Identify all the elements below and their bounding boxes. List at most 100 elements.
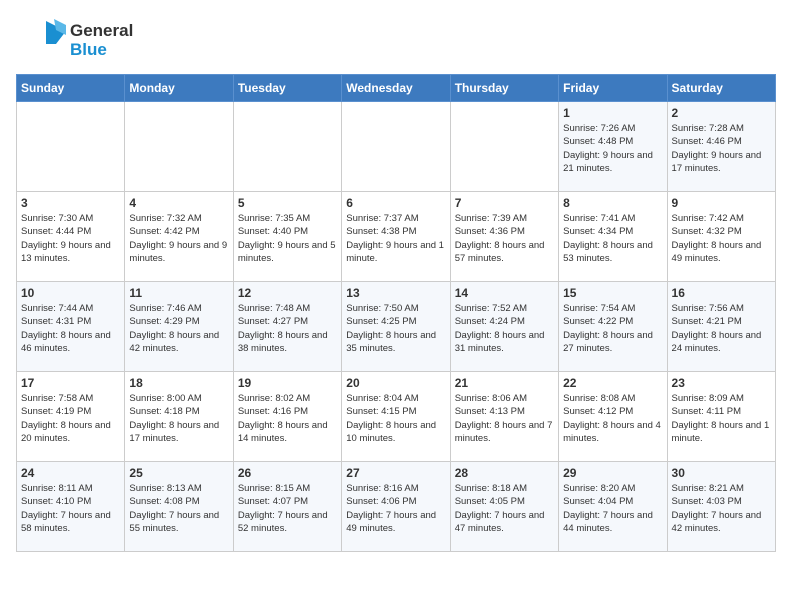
calendar-cell: 17 Sunrise: 7:58 AM Sunset: 4:19 PM Dayli…	[17, 372, 125, 462]
day-info: Sunrise: 7:42 AM Sunset: 4:32 PM Dayligh…	[672, 212, 771, 265]
calendar-cell: 24 Sunrise: 8:11 AM Sunset: 4:10 PM Dayli…	[17, 462, 125, 552]
day-info: Sunrise: 7:41 AM Sunset: 4:34 PM Dayligh…	[563, 212, 662, 265]
day-number: 24	[21, 466, 120, 480]
logo: GeneralBlue	[16, 16, 133, 66]
day-info: Sunrise: 8:09 AM Sunset: 4:11 PM Dayligh…	[672, 392, 771, 445]
day-info: Sunrise: 7:39 AM Sunset: 4:36 PM Dayligh…	[455, 212, 554, 265]
day-info: Sunrise: 8:11 AM Sunset: 4:10 PM Dayligh…	[21, 482, 120, 535]
calendar-cell: 20 Sunrise: 8:04 AM Sunset: 4:15 PM Dayli…	[342, 372, 450, 462]
weekday-header-sunday: Sunday	[17, 75, 125, 102]
week-row-5: 24 Sunrise: 8:11 AM Sunset: 4:10 PM Dayli…	[17, 462, 776, 552]
calendar-cell: 7 Sunrise: 7:39 AM Sunset: 4:36 PM Daylig…	[450, 192, 558, 282]
day-info: Sunrise: 7:37 AM Sunset: 4:38 PM Dayligh…	[346, 212, 445, 265]
day-number: 14	[455, 286, 554, 300]
day-info: Sunrise: 8:06 AM Sunset: 4:13 PM Dayligh…	[455, 392, 554, 445]
day-info: Sunrise: 8:13 AM Sunset: 4:08 PM Dayligh…	[129, 482, 228, 535]
calendar-cell: 16 Sunrise: 7:56 AM Sunset: 4:21 PM Dayli…	[667, 282, 775, 372]
day-info: Sunrise: 7:52 AM Sunset: 4:24 PM Dayligh…	[455, 302, 554, 355]
day-number: 15	[563, 286, 662, 300]
day-info: Sunrise: 7:26 AM Sunset: 4:48 PM Dayligh…	[563, 122, 662, 175]
weekday-header-tuesday: Tuesday	[233, 75, 341, 102]
day-info: Sunrise: 8:00 AM Sunset: 4:18 PM Dayligh…	[129, 392, 228, 445]
day-number: 16	[672, 286, 771, 300]
day-info: Sunrise: 7:48 AM Sunset: 4:27 PM Dayligh…	[238, 302, 337, 355]
day-info: Sunrise: 8:02 AM Sunset: 4:16 PM Dayligh…	[238, 392, 337, 445]
calendar-cell	[450, 102, 558, 192]
day-info: Sunrise: 8:18 AM Sunset: 4:05 PM Dayligh…	[455, 482, 554, 535]
day-info: Sunrise: 7:56 AM Sunset: 4:21 PM Dayligh…	[672, 302, 771, 355]
calendar-cell: 11 Sunrise: 7:46 AM Sunset: 4:29 PM Dayli…	[125, 282, 233, 372]
day-number: 20	[346, 376, 445, 390]
day-number: 3	[21, 196, 120, 210]
week-row-3: 10 Sunrise: 7:44 AM Sunset: 4:31 PM Dayli…	[17, 282, 776, 372]
day-info: Sunrise: 7:46 AM Sunset: 4:29 PM Dayligh…	[129, 302, 228, 355]
day-number: 12	[238, 286, 337, 300]
calendar-cell: 4Sunrise: 7:32 AM Sunset: 4:42 PM Daylig…	[125, 192, 233, 282]
day-info: Sunrise: 8:21 AM Sunset: 4:03 PM Dayligh…	[672, 482, 771, 535]
day-number: 10	[21, 286, 120, 300]
week-row-1: 1 Sunrise: 7:26 AM Sunset: 4:48 PM Daylig…	[17, 102, 776, 192]
day-number: 2	[672, 106, 771, 120]
day-number: 19	[238, 376, 337, 390]
calendar-cell: 2 Sunrise: 7:28 AM Sunset: 4:46 PM Daylig…	[667, 102, 775, 192]
calendar-cell: 14 Sunrise: 7:52 AM Sunset: 4:24 PM Dayli…	[450, 282, 558, 372]
day-info: Sunrise: 7:54 AM Sunset: 4:22 PM Dayligh…	[563, 302, 662, 355]
weekday-header-thursday: Thursday	[450, 75, 558, 102]
calendar-cell: 18 Sunrise: 8:00 AM Sunset: 4:18 PM Dayli…	[125, 372, 233, 462]
day-number: 6	[346, 196, 445, 210]
page-header: GeneralBlue	[16, 16, 776, 66]
day-number: 26	[238, 466, 337, 480]
logo-text-block: GeneralBlue	[70, 22, 133, 59]
calendar-cell: 5Sunrise: 7:35 AM Sunset: 4:40 PM Daylig…	[233, 192, 341, 282]
day-info: Sunrise: 8:16 AM Sunset: 4:06 PM Dayligh…	[346, 482, 445, 535]
weekday-header-wednesday: Wednesday	[342, 75, 450, 102]
weekday-header-row: SundayMondayTuesdayWednesdayThursdayFrid…	[17, 75, 776, 102]
weekday-header-monday: Monday	[125, 75, 233, 102]
day-number: 28	[455, 466, 554, 480]
day-number: 23	[672, 376, 771, 390]
day-info: Sunrise: 7:50 AM Sunset: 4:25 PM Dayligh…	[346, 302, 445, 355]
weekday-header-saturday: Saturday	[667, 75, 775, 102]
day-info: Sunrise: 7:28 AM Sunset: 4:46 PM Dayligh…	[672, 122, 771, 175]
day-info: Sunrise: 7:44 AM Sunset: 4:31 PM Dayligh…	[21, 302, 120, 355]
calendar-cell: 29Sunrise: 8:20 AM Sunset: 4:04 PM Dayli…	[559, 462, 667, 552]
calendar-cell	[342, 102, 450, 192]
day-number: 13	[346, 286, 445, 300]
calendar-cell: 19 Sunrise: 8:02 AM Sunset: 4:16 PM Dayli…	[233, 372, 341, 462]
calendar-cell: 27 Sunrise: 8:16 AM Sunset: 4:06 PM Dayli…	[342, 462, 450, 552]
day-number: 21	[455, 376, 554, 390]
day-number: 22	[563, 376, 662, 390]
calendar-cell: 8Sunrise: 7:41 AM Sunset: 4:34 PM Daylig…	[559, 192, 667, 282]
day-info: Sunrise: 7:30 AM Sunset: 4:44 PM Dayligh…	[21, 212, 120, 265]
day-number: 30	[672, 466, 771, 480]
day-number: 27	[346, 466, 445, 480]
calendar-cell: 28 Sunrise: 8:18 AM Sunset: 4:05 PM Dayli…	[450, 462, 558, 552]
day-number: 7	[455, 196, 554, 210]
calendar-cell: 21 Sunrise: 8:06 AM Sunset: 4:13 PM Dayli…	[450, 372, 558, 462]
day-number: 17	[21, 376, 120, 390]
weekday-header-friday: Friday	[559, 75, 667, 102]
calendar-cell: 13 Sunrise: 7:50 AM Sunset: 4:25 PM Dayli…	[342, 282, 450, 372]
day-info: Sunrise: 8:04 AM Sunset: 4:15 PM Dayligh…	[346, 392, 445, 445]
week-row-4: 17 Sunrise: 7:58 AM Sunset: 4:19 PM Dayli…	[17, 372, 776, 462]
day-info: Sunrise: 8:08 AM Sunset: 4:12 PM Dayligh…	[563, 392, 662, 445]
day-info: Sunrise: 7:58 AM Sunset: 4:19 PM Dayligh…	[21, 392, 120, 445]
day-number: 18	[129, 376, 228, 390]
day-number: 5	[238, 196, 337, 210]
calendar-cell	[125, 102, 233, 192]
calendar-cell: 3 Sunrise: 7:30 AM Sunset: 4:44 PM Daylig…	[17, 192, 125, 282]
calendar-cell: 12 Sunrise: 7:48 AM Sunset: 4:27 PM Dayli…	[233, 282, 341, 372]
logo-blue-text: Blue	[70, 41, 133, 60]
day-number: 9	[672, 196, 771, 210]
day-number: 11	[129, 286, 228, 300]
calendar-cell: 25 Sunrise: 8:13 AM Sunset: 4:08 PM Dayli…	[125, 462, 233, 552]
day-info: Sunrise: 7:32 AM Sunset: 4:42 PM Dayligh…	[129, 212, 228, 265]
calendar-cell: 9 Sunrise: 7:42 AM Sunset: 4:32 PM Daylig…	[667, 192, 775, 282]
day-info: Sunrise: 8:15 AM Sunset: 4:07 PM Dayligh…	[238, 482, 337, 535]
logo-general-text: General	[70, 22, 133, 41]
calendar-cell: 23 Sunrise: 8:09 AM Sunset: 4:11 PM Dayli…	[667, 372, 775, 462]
calendar-cell: 22 Sunrise: 8:08 AM Sunset: 4:12 PM Dayli…	[559, 372, 667, 462]
day-number: 25	[129, 466, 228, 480]
calendar-cell: 26 Sunrise: 8:15 AM Sunset: 4:07 PM Dayli…	[233, 462, 341, 552]
day-number: 1	[563, 106, 662, 120]
